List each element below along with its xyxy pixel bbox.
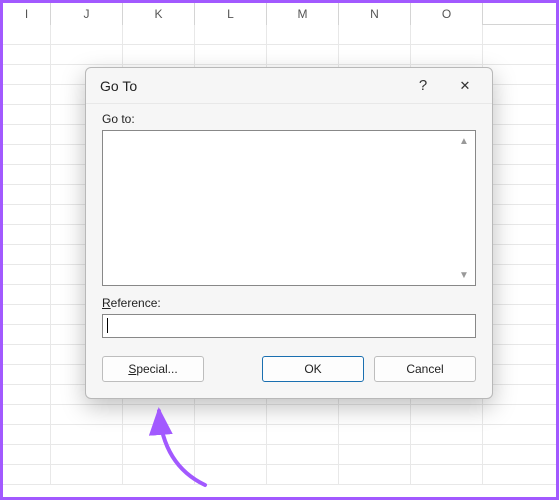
- goto-label: Go to:: [102, 112, 476, 126]
- col-header[interactable]: J: [51, 3, 123, 25]
- goto-listbox[interactable]: ▲ ▼: [102, 130, 476, 286]
- scroll-up-icon[interactable]: ▲: [457, 134, 471, 148]
- help-button[interactable]: ?: [402, 72, 444, 100]
- col-header[interactable]: O: [411, 3, 483, 25]
- reference-input[interactable]: [102, 314, 476, 338]
- col-header[interactable]: K: [123, 3, 195, 25]
- cancel-button[interactable]: Cancel: [374, 356, 476, 382]
- col-header[interactable]: M: [267, 3, 339, 25]
- col-header[interactable]: L: [195, 3, 267, 25]
- dialog-titlebar[interactable]: Go To ? ✕: [86, 68, 492, 104]
- close-icon: ✕: [460, 78, 471, 94]
- scroll-down-icon[interactable]: ▼: [457, 268, 471, 282]
- goto-dialog: Go To ? ✕ Go to: ▲ ▼ Reference: Special.…: [85, 67, 493, 399]
- ok-button[interactable]: OK: [262, 356, 364, 382]
- close-button[interactable]: ✕: [444, 72, 486, 100]
- special-button[interactable]: Special...: [102, 356, 204, 382]
- col-header[interactable]: I: [3, 3, 51, 25]
- text-cursor: [107, 318, 108, 333]
- column-headers: I J K L M N O: [3, 3, 556, 25]
- dialog-title: Go To: [100, 78, 402, 94]
- col-header[interactable]: N: [339, 3, 411, 25]
- reference-label: Reference:: [102, 296, 476, 310]
